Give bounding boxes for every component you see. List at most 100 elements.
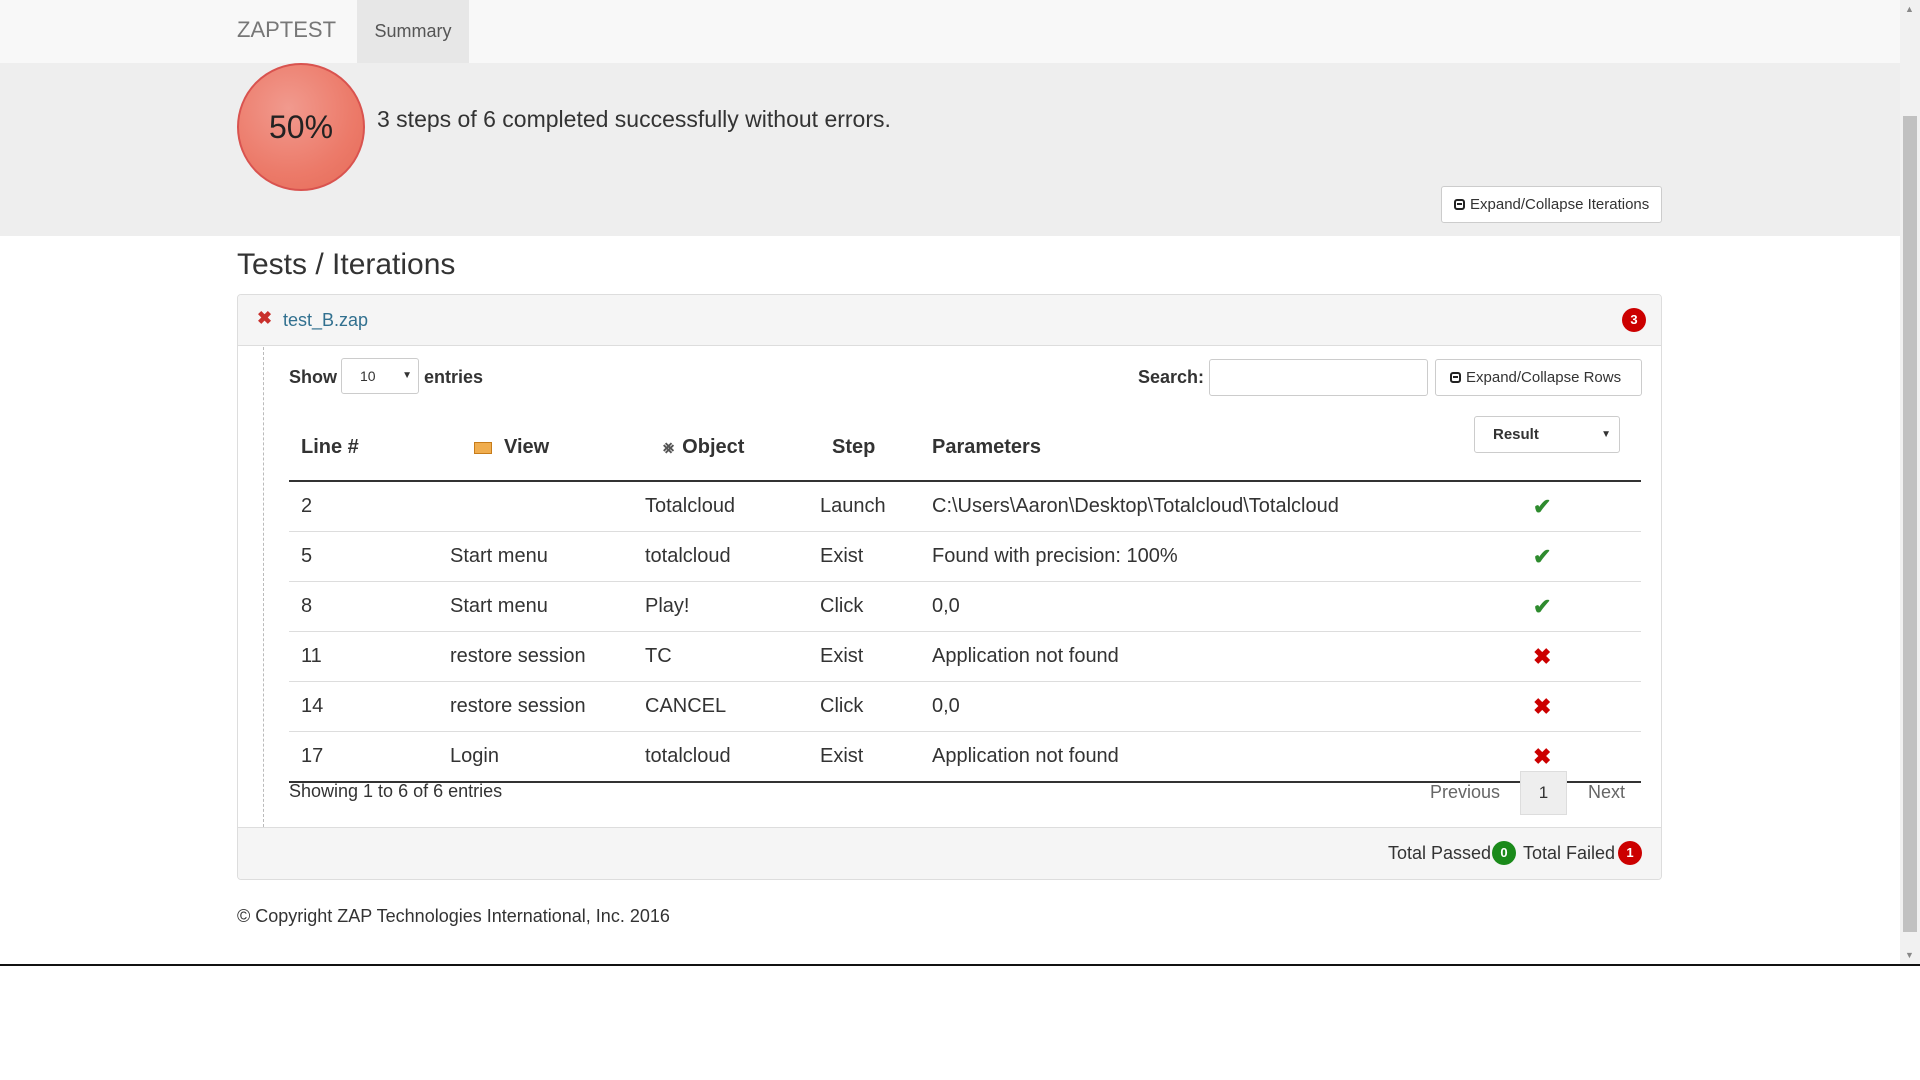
cell-result: ✔ xyxy=(1509,531,1641,582)
table-header-row: Line # View ⨳ Object Step Parameters xyxy=(289,415,1641,482)
total-failed-label: Total Failed xyxy=(1523,843,1616,863)
pagination-previous[interactable]: Previous xyxy=(1430,782,1500,803)
cell-result: ✔ xyxy=(1509,480,1641,532)
column-header-view[interactable]: View xyxy=(438,415,633,482)
copyright-text: © Copyright ZAP Technologies Internation… xyxy=(237,906,670,926)
fail-icon: ✖ xyxy=(257,308,273,328)
table-row[interactable]: 8 Start menu Play! Click 0,0 ✔ xyxy=(289,581,1641,632)
cell-line: 8 xyxy=(289,581,438,632)
pagination-page-1[interactable]: 1 xyxy=(1520,771,1567,815)
column-header-parameters[interactable]: Parameters xyxy=(920,415,1509,482)
entries-select[interactable]: 10 ▼ xyxy=(341,358,419,394)
summary-message: 3 steps of 6 completed successfully with… xyxy=(377,106,891,132)
cell-line: 11 xyxy=(289,631,438,682)
table-row[interactable]: 2 Totalcloud Launch C:\Users\Aaron\Deskt… xyxy=(289,480,1641,532)
cell-line: 14 xyxy=(289,681,438,732)
cell-parameters: 0,0 xyxy=(920,681,1509,732)
cell-object: totalcloud xyxy=(633,731,808,783)
scroll-down-icon[interactable]: ▼ xyxy=(1905,950,1914,960)
check-icon: ✔ xyxy=(1533,493,1552,519)
cell-view: Start menu xyxy=(438,531,633,582)
window-bottom-border xyxy=(0,964,1920,966)
error-count-badge: 3 xyxy=(1622,308,1646,332)
cell-step: Exist xyxy=(808,731,920,783)
cell-view: restore session xyxy=(438,681,633,732)
cell-object: TC xyxy=(633,631,808,682)
monitor-icon xyxy=(474,442,492,454)
column-object-label: Object xyxy=(682,436,745,458)
column-header-line[interactable]: Line # xyxy=(289,415,438,482)
brand[interactable]: ZAPTEST xyxy=(237,17,336,43)
test-panel-header[interactable]: ✖ test_B.zap 3 xyxy=(238,295,1661,346)
cell-view: Login xyxy=(438,731,633,783)
steps-table: Line # View ⨳ Object Step Parameters 2 T… xyxy=(289,415,1641,783)
cell-parameters: Application not found xyxy=(920,731,1509,783)
cell-object: CANCEL xyxy=(633,681,808,732)
table-row[interactable]: 11 restore session TC Exist Application … xyxy=(289,631,1641,682)
cell-result: ✔ xyxy=(1509,581,1641,632)
cell-step: Click xyxy=(808,581,920,632)
cell-line: 17 xyxy=(289,731,438,783)
collapse-icon xyxy=(1450,372,1461,383)
cell-object: Totalcloud xyxy=(633,480,808,532)
cell-line: 5 xyxy=(289,531,438,582)
total-failed-badge: 1 xyxy=(1618,841,1642,865)
cell-view: restore session xyxy=(438,631,633,682)
entries-label: entries xyxy=(424,367,484,387)
collapse-icon xyxy=(1454,199,1465,210)
report-page: ZAPTEST Summary 50% 3 steps of 6 complet… xyxy=(0,0,1900,966)
table-row[interactable]: 5 Start menu totalcloud Exist Found with… xyxy=(289,531,1641,582)
tab-summary[interactable]: Summary xyxy=(357,0,469,63)
pagination-next[interactable]: Next xyxy=(1588,782,1625,803)
total-passed-label: Total Passed xyxy=(1388,843,1492,863)
search-input[interactable] xyxy=(1209,359,1428,396)
scroll-up-icon[interactable]: ▲ xyxy=(1905,4,1914,14)
column-parameters-label: Parameters xyxy=(932,436,1041,458)
total-passed-badge: 0 xyxy=(1492,841,1516,865)
column-header-result xyxy=(1509,415,1641,482)
cell-view: Start menu xyxy=(438,581,633,632)
column-step-label: Step xyxy=(832,436,876,458)
cell-parameters: Application not found xyxy=(920,631,1509,682)
column-line-label: Line # xyxy=(301,436,359,458)
column-header-step[interactable]: Step xyxy=(808,415,920,482)
expand-rows-label: Expand/Collapse Rows xyxy=(1466,369,1622,386)
table-row[interactable]: 17 Login totalcloud Exist Application no… xyxy=(289,731,1641,783)
cell-parameters: C:\Users\Aaron\Desktop\Totalcloud\Totalc… xyxy=(920,480,1509,532)
test-panel: ✖ test_B.zap 3 Show 10 ▼ entries Search:… xyxy=(237,294,1662,880)
test-panel-footer: Total Passed 0 Total Failed 1 xyxy=(238,827,1661,879)
entries-select-value: 10 xyxy=(360,368,376,384)
cell-result: ✖ xyxy=(1509,631,1641,682)
cell-line: 2 xyxy=(289,480,438,532)
cell-parameters: Found with precision: 100% xyxy=(920,531,1509,582)
cross-icon: ✖ xyxy=(1533,743,1552,769)
cell-object: Play! xyxy=(633,581,808,632)
cross-icon: ✖ xyxy=(1533,693,1552,719)
expand-collapse-rows-button[interactable]: Expand/Collapse Rows xyxy=(1435,359,1642,396)
expand-collapse-iterations-button[interactable]: Expand/Collapse Iterations xyxy=(1441,186,1662,223)
table-row[interactable]: 14 restore session CANCEL Click 0,0 ✖ xyxy=(289,681,1641,732)
test-name-link[interactable]: test_B.zap xyxy=(283,310,368,331)
cell-step: Exist xyxy=(808,631,920,682)
column-view-label: View xyxy=(504,436,550,458)
chevron-down-icon: ▼ xyxy=(402,370,412,381)
tree-guide-line xyxy=(263,347,264,827)
navbar: ZAPTEST Summary xyxy=(0,0,1900,64)
cell-view xyxy=(438,480,633,532)
scrollbar-thumb[interactable] xyxy=(1903,116,1917,932)
search-label: Search: xyxy=(1138,367,1205,387)
cell-step: Exist xyxy=(808,531,920,582)
progress-circle: 50% xyxy=(237,63,365,191)
share-icon: ⨳ xyxy=(663,437,675,457)
check-icon: ✔ xyxy=(1533,593,1552,619)
cell-step: Click xyxy=(808,681,920,732)
section-title: Tests / Iterations xyxy=(237,248,456,281)
cell-step: Launch xyxy=(808,480,920,532)
showing-entries-text: Showing 1 to 6 of 6 entries xyxy=(289,781,503,801)
check-icon: ✔ xyxy=(1533,543,1552,569)
cell-parameters: 0,0 xyxy=(920,581,1509,632)
cell-object: totalcloud xyxy=(633,531,808,582)
vertical-scrollbar[interactable]: ▲ ▼ xyxy=(1900,0,1920,966)
column-header-object[interactable]: ⨳ Object xyxy=(633,415,808,482)
cross-icon: ✖ xyxy=(1533,643,1552,669)
